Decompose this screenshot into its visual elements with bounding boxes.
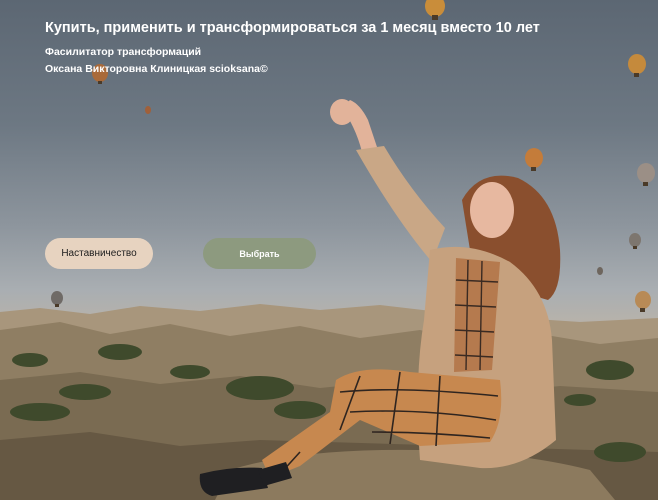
jacket-sleeve — [356, 146, 445, 262]
face — [470, 182, 514, 238]
balloon-icon — [145, 106, 151, 114]
raised-hand — [330, 99, 354, 125]
balloon-icon — [597, 267, 603, 275]
hero-subtitle-role: Фасилитатор трансформаций — [45, 46, 202, 58]
hero-section: Купить, применить и трансформироваться з… — [0, 0, 658, 500]
balloon-icon — [629, 233, 641, 249]
balloon-icon — [525, 148, 543, 171]
mentorship-button[interactable]: Наставничество — [45, 238, 153, 269]
hero-title: Купить, применить и трансформироваться з… — [45, 20, 540, 36]
balloon-icon — [637, 163, 655, 186]
select-button[interactable]: Выбрать — [203, 238, 316, 269]
balloon-icon — [51, 291, 63, 307]
hero-subtitle-author: Оксана Викторовна Клиницкая scioksana© — [45, 63, 268, 75]
balloon-icon — [628, 54, 646, 77]
balloon-icon — [425, 0, 445, 20]
balloon-icon — [635, 291, 651, 312]
